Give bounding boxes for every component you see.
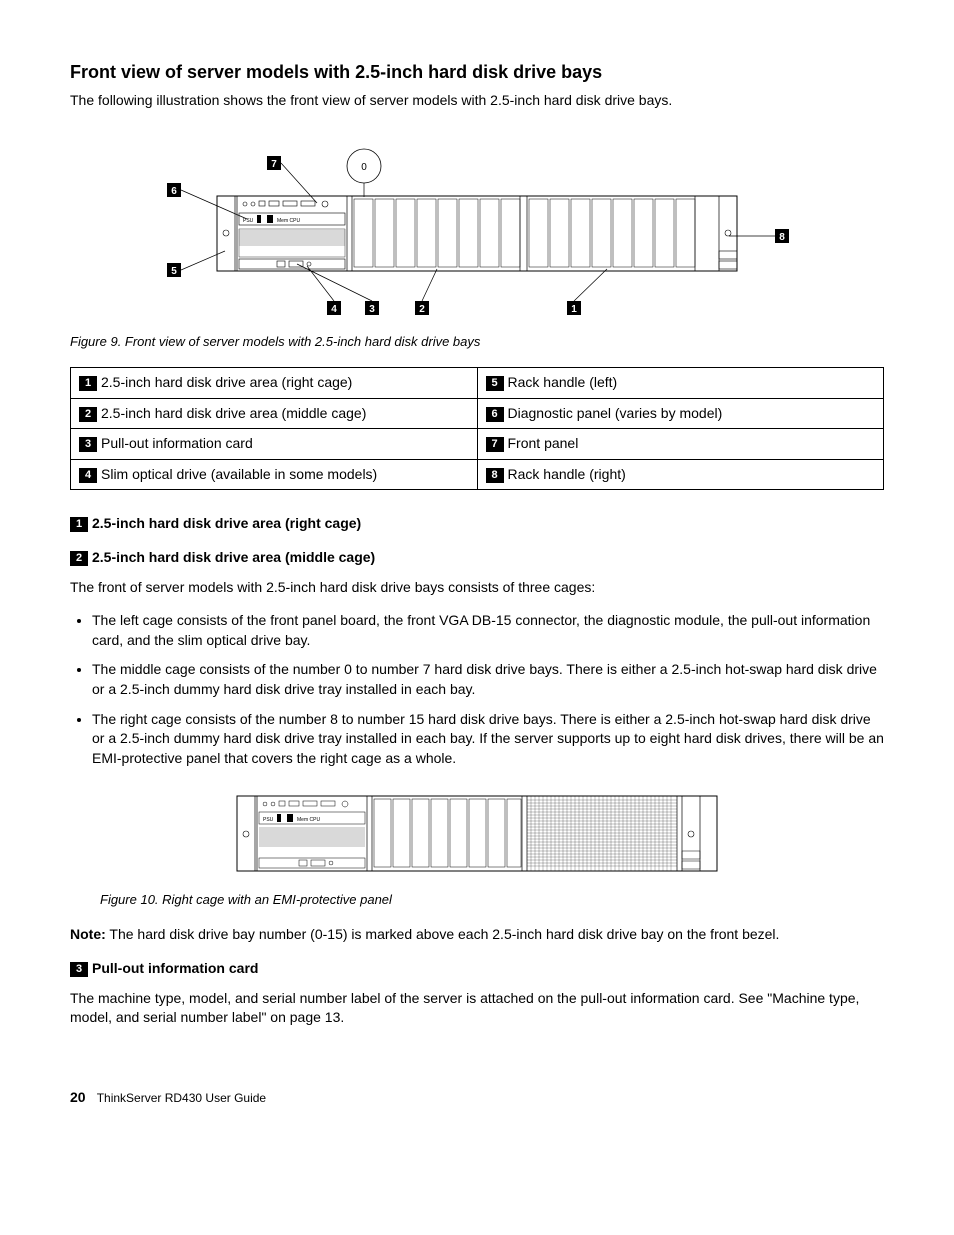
- callout-badge: 4: [79, 468, 97, 483]
- svg-text:5: 5: [171, 266, 177, 277]
- callout-text: Slim optical drive (available in some mo…: [101, 466, 377, 482]
- table-row: 1 2.5-inch hard disk drive area (right ca…: [71, 367, 884, 398]
- callout-table: 1 2.5-inch hard disk drive area (right ca…: [70, 367, 884, 490]
- note-label: Note:: [70, 926, 106, 942]
- svg-text:7: 7: [271, 159, 277, 170]
- callout-badge: 3: [79, 437, 97, 452]
- callout-text: 2.5-inch hard disk drive area (right cag…: [101, 374, 352, 390]
- list-item: The middle cage consists of the number 0…: [92, 660, 884, 699]
- svg-text:1: 1: [571, 304, 577, 315]
- svg-text:2: 2: [419, 304, 425, 315]
- section-1-heading: 1 2.5-inch hard disk drive area (right ca…: [70, 514, 884, 534]
- callout-badge: 1: [79, 376, 97, 391]
- page-heading: Front view of server models with 2.5-inc…: [70, 60, 884, 85]
- callout-badge: 3: [70, 962, 88, 977]
- callout-text: Rack handle (right): [508, 466, 626, 482]
- section-title-text: 2.5-inch hard disk drive area (middle ca…: [92, 549, 375, 565]
- note-paragraph: Note: The hard disk drive bay number (0-…: [70, 925, 884, 945]
- section-3-heading: 3 Pull-out information card: [70, 959, 884, 979]
- svg-text:Mem CPU: Mem CPU: [277, 218, 300, 224]
- cage-bullet-list: The left cage consists of the front pane…: [70, 611, 884, 768]
- callout-badge: 8: [486, 468, 504, 483]
- callout-text: Front panel: [508, 435, 579, 451]
- list-item: The right cage consists of the number 8 …: [92, 710, 884, 769]
- callout-badge: 2: [70, 551, 88, 566]
- intro-paragraph: The following illustration shows the fro…: [70, 91, 884, 111]
- figure-9-caption: Figure 9. Front view of server models wi…: [70, 333, 884, 351]
- page-number: 20: [70, 1089, 86, 1105]
- callout-text: Rack handle (left): [508, 374, 618, 390]
- callout-text: Pull-out information card: [101, 435, 253, 451]
- svg-text:3: 3: [369, 304, 375, 315]
- figure-10-illustration: PSU Mem CPU: [227, 786, 727, 881]
- callout-text: Diagnostic panel (varies by model): [508, 405, 723, 421]
- callout-badge: 2: [79, 407, 97, 422]
- svg-text:8: 8: [779, 232, 785, 243]
- list-item: The left cage consists of the front pane…: [92, 611, 884, 650]
- callout-badge: 5: [486, 376, 504, 391]
- svg-text:6: 6: [171, 186, 177, 197]
- figure-10-caption: Figure 10. Right cage with an EMI-protec…: [100, 891, 884, 909]
- callout-badge: 7: [486, 437, 504, 452]
- callout-text: 2.5-inch hard disk drive area (middle ca…: [101, 405, 366, 421]
- note-text: The hard disk drive bay number (0-15) is…: [106, 926, 780, 942]
- figure-9-illustration: PSU Mem CPU: [157, 141, 797, 321]
- table-row: 3 Pull-out information card 7 Front panel: [71, 429, 884, 460]
- callout-badge: 1: [70, 517, 88, 532]
- section-title-text: Pull-out information card: [92, 960, 258, 976]
- section-3-body: The machine type, model, and serial numb…: [70, 989, 884, 1028]
- table-row: 2 2.5-inch hard disk drive area (middle c…: [71, 398, 884, 429]
- cages-intro: The front of server models with 2.5-inch…: [70, 578, 884, 598]
- page-footer: 20 ThinkServer RD430 User Guide: [70, 1088, 884, 1108]
- svg-text:4: 4: [331, 304, 337, 315]
- drive-zero-label: 0: [361, 162, 367, 173]
- callout-badge: 6: [486, 407, 504, 422]
- svg-text:Mem CPU: Mem CPU: [297, 817, 320, 823]
- section-title-text: 2.5-inch hard disk drive area (right cag…: [92, 515, 361, 531]
- footer-doc-title: ThinkServer RD430 User Guide: [97, 1091, 266, 1105]
- svg-text:PSU: PSU: [263, 817, 274, 823]
- section-2-heading: 2 2.5-inch hard disk drive area (middle c…: [70, 548, 884, 568]
- table-row: 4 Slim optical drive (available in some m…: [71, 459, 884, 490]
- svg-text:PSU: PSU: [243, 218, 254, 224]
